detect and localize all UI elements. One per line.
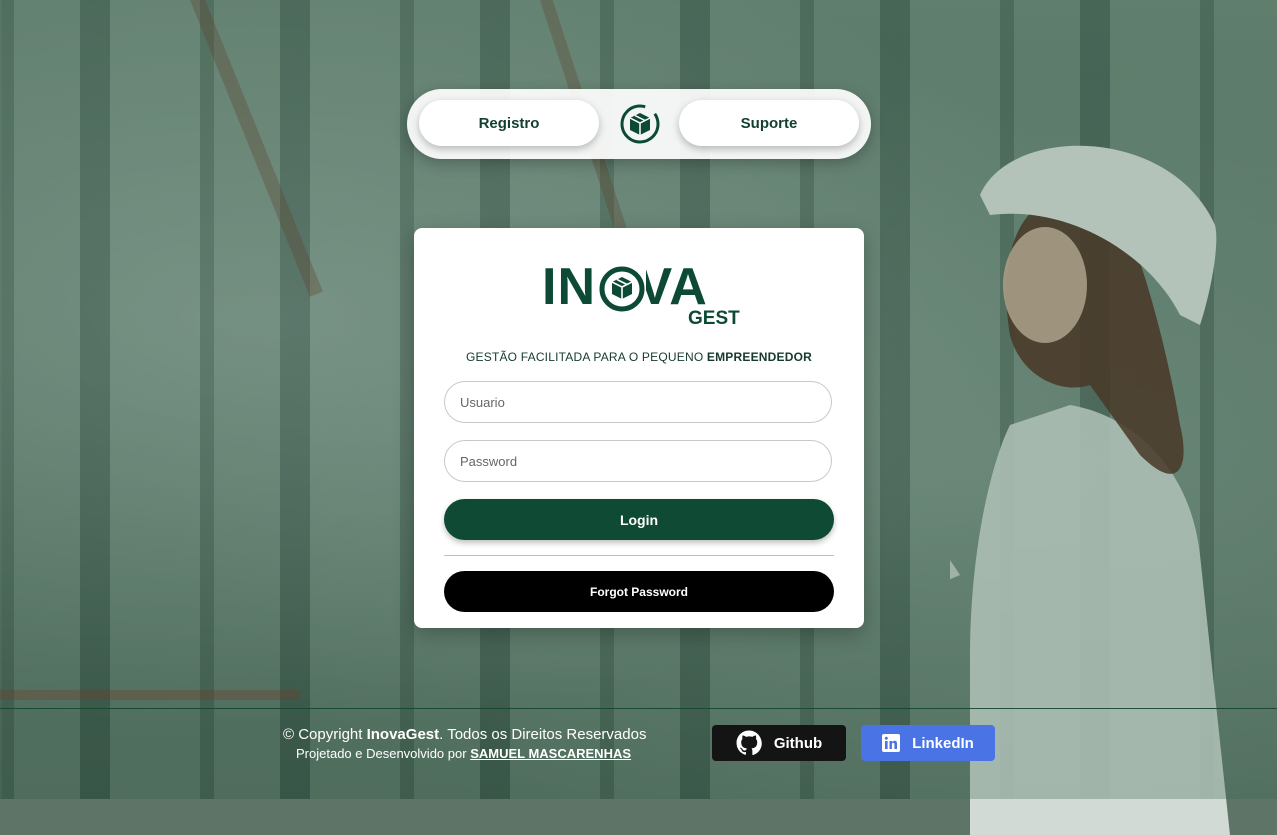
divider <box>444 555 834 556</box>
github-button[interactable]: Github <box>712 725 846 761</box>
linkedin-label: LinkedIn <box>912 734 974 752</box>
github-label: Github <box>773 734 823 752</box>
login-button[interactable]: Login <box>444 499 834 540</box>
credit-prefix: Projetado e Desenvolvido por <box>296 746 467 761</box>
tagline: GESTÃO FACILITADA PARA O PEQUENO EMPREEN… <box>414 350 864 364</box>
forgot-password-button[interactable]: Forgot Password <box>444 571 834 612</box>
footer-divider <box>0 708 1277 709</box>
copyright-text: © Copyright InovaGest. Todos os Direitos… <box>283 726 646 743</box>
tagline-emphasis: EMPREENDEDOR <box>706 350 812 364</box>
copyright-prefix: © Copyright <box>283 726 363 743</box>
username-input[interactable] <box>444 381 832 423</box>
tagline-text: GESTÃO FACILITADA PARA O PEQUENO <box>466 350 704 364</box>
inovagest-logo-icon[interactable] <box>619 103 661 145</box>
copyright-suffix: . Todos os Direitos Reservados <box>439 726 647 743</box>
author-link[interactable]: SAMUEL MASCARENHAS <box>470 746 631 761</box>
box-logo-icon <box>598 265 646 313</box>
linkedin-button[interactable]: LinkedIn <box>861 725 995 761</box>
brand-logo: INOVA GEST <box>542 260 742 330</box>
copyright-brand: InovaGest <box>366 726 440 743</box>
credit-text: Projetado e Desenvolvido por SAMUEL MASC… <box>296 746 631 761</box>
register-button[interactable]: Registro <box>419 100 599 146</box>
brand-sub: GEST <box>688 308 740 329</box>
login-card: INOVA GEST GESTÃO FACILITADA PARA O PEQU… <box>414 228 864 628</box>
password-input[interactable] <box>444 440 832 482</box>
linkedin-icon <box>882 734 901 752</box>
github-icon <box>736 730 762 756</box>
support-button[interactable]: Suporte <box>679 100 859 146</box>
top-nav: Registro Suporte <box>407 89 871 159</box>
